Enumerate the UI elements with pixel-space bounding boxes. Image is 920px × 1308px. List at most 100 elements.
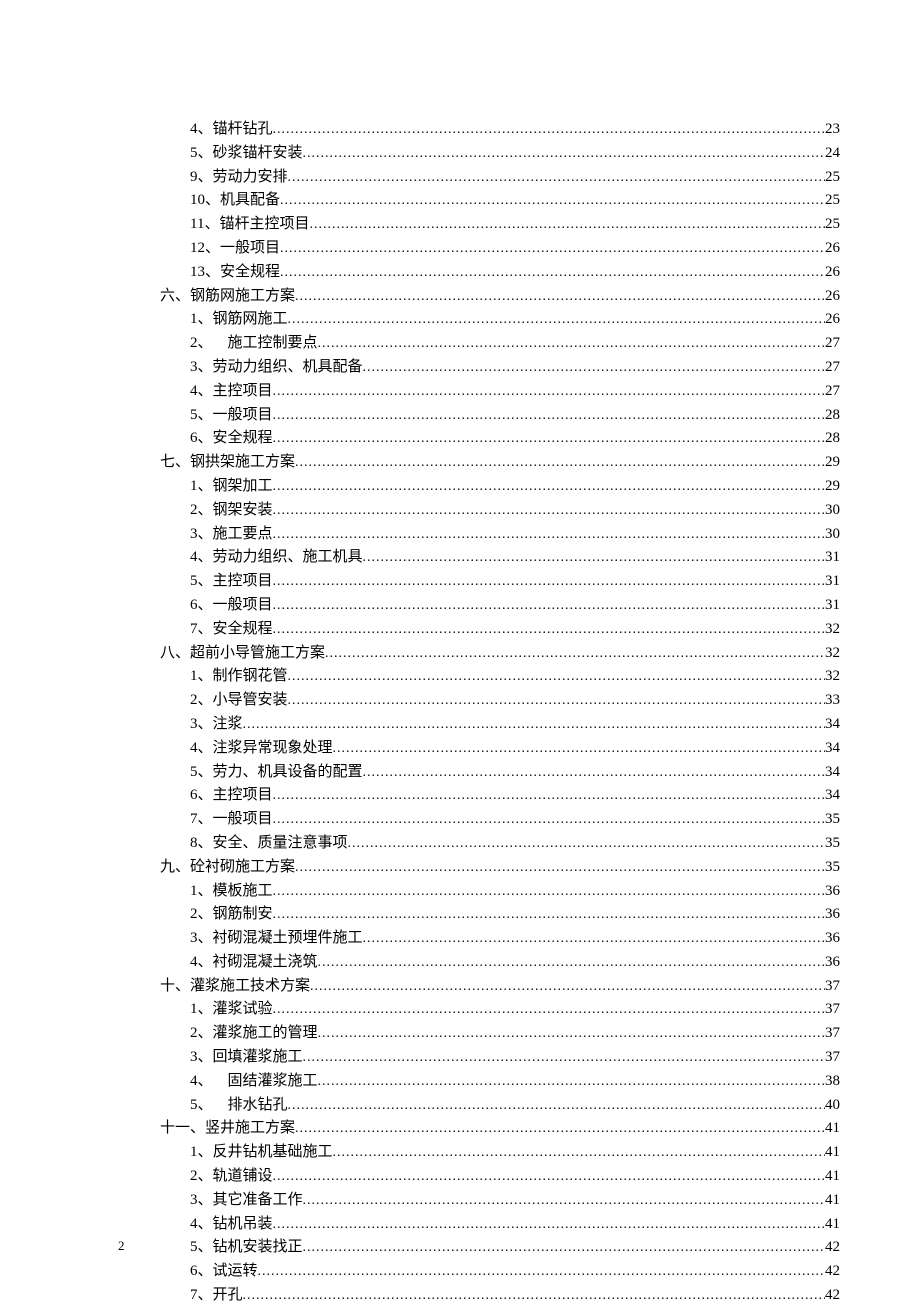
table-of-contents: 4、锚杆钻孔..................................… xyxy=(125,118,840,1308)
toc-entry: 4、钻机吊装..................................… xyxy=(190,1213,840,1237)
toc-entry-label: 主控项目 xyxy=(213,380,273,404)
toc-entry-prefix: 2、 xyxy=(190,689,213,713)
toc-entry-prefix: 1、 xyxy=(190,475,213,499)
toc-entry-page: 25 xyxy=(825,213,840,237)
toc-entry-prefix: 七、 xyxy=(160,451,190,475)
page-number: 2 xyxy=(118,1238,125,1254)
toc-entry: 4、 固结灌浆施工...............................… xyxy=(190,1070,840,1094)
toc-dot-leader: ........................................… xyxy=(273,427,825,451)
toc-entry-prefix: 7、 xyxy=(190,618,213,642)
toc-entry-prefix: 2、 xyxy=(190,1022,213,1046)
toc-entry: 3、回填灌浆施工................................… xyxy=(190,1046,840,1070)
toc-dot-leader: ........................................… xyxy=(288,308,825,332)
toc-entry-page: 42 xyxy=(825,1260,840,1284)
toc-entry-prefix: 4、 xyxy=(190,1070,213,1094)
toc-entry: 4、注浆异常现象处理..............................… xyxy=(190,737,840,761)
toc-entry-prefix: 3、 xyxy=(190,523,213,547)
toc-entry-label: 砼衬砌施工方案 xyxy=(190,856,295,880)
toc-entry-label: 一般项目 xyxy=(213,404,273,428)
toc-entry-label: 劳动力组织、施工机具 xyxy=(213,546,363,570)
toc-entry-label: 一般项目 xyxy=(213,594,273,618)
toc-entry: 2、轨道铺设..................................… xyxy=(190,1165,840,1189)
toc-dot-leader: ........................................… xyxy=(363,761,825,785)
toc-dot-leader: ........................................… xyxy=(303,1236,825,1260)
toc-dot-leader: ........................................… xyxy=(258,1260,825,1284)
toc-entry: 11、锚杆主控项目...............................… xyxy=(190,213,840,237)
toc-entry-prefix: 6、 xyxy=(190,1260,213,1284)
toc-entry: 2、钢架安装..................................… xyxy=(190,499,840,523)
toc-entry-page: 41 xyxy=(825,1165,840,1189)
toc-entry: 六、钢筋网施工方案...............................… xyxy=(160,285,840,309)
toc-entry-page: 27 xyxy=(825,356,840,380)
toc-entry: 2、小导管安装.................................… xyxy=(190,689,840,713)
toc-entry-label: 注浆异常现象处理 xyxy=(213,737,333,761)
toc-entry-label: 钢筋网施工 xyxy=(213,308,288,332)
toc-entry: 13、安全规程.................................… xyxy=(190,261,840,285)
toc-dot-leader: ........................................… xyxy=(318,1022,825,1046)
toc-entry: 7、一般项目..................................… xyxy=(190,808,840,832)
toc-entry-page: 41 xyxy=(825,1189,840,1213)
toc-entry-label: 固结灌浆施工 xyxy=(213,1070,318,1094)
toc-entry-label: 钢筋制安 xyxy=(213,903,273,927)
toc-entry-page: 41 xyxy=(825,1213,840,1237)
toc-dot-leader: ........................................… xyxy=(288,166,825,190)
toc-entry-prefix: 5、 xyxy=(190,761,213,785)
toc-entry-page: 41 xyxy=(825,1117,840,1141)
toc-entry: 1、钢架加工..................................… xyxy=(190,475,840,499)
toc-entry: 十、灌浆施工技术方案..............................… xyxy=(160,975,840,999)
toc-dot-leader: ........................................… xyxy=(318,951,825,975)
toc-entry-page: 27 xyxy=(825,380,840,404)
toc-entry: 4、衬砌混凝土浇筑...............................… xyxy=(190,951,840,975)
toc-entry-label: 钢拱架施工方案 xyxy=(190,451,295,475)
toc-entry-page: 29 xyxy=(825,451,840,475)
toc-entry-label: 一般项目 xyxy=(220,237,280,261)
toc-entry-prefix: 13、 xyxy=(190,261,220,285)
toc-entry: 2、 施工控制要点...............................… xyxy=(190,332,840,356)
toc-dot-leader: ........................................… xyxy=(273,499,825,523)
toc-entry-page: 26 xyxy=(825,308,840,332)
toc-dot-leader: ........................................… xyxy=(273,380,825,404)
toc-entry: 6、安全规程..................................… xyxy=(190,427,840,451)
toc-entry-label: 轨道铺设 xyxy=(213,1165,273,1189)
toc-entry-label: 安全规程 xyxy=(220,261,280,285)
toc-entry-prefix: 6、 xyxy=(190,594,213,618)
toc-entry: 5、砂浆锚杆安装................................… xyxy=(190,142,840,166)
toc-dot-leader: ........................................… xyxy=(318,332,825,356)
toc-entry-page: 34 xyxy=(825,737,840,761)
toc-entry-prefix: 2、 xyxy=(190,903,213,927)
toc-entry-page: 37 xyxy=(825,1046,840,1070)
toc-dot-leader: ........................................… xyxy=(309,213,825,237)
toc-entry: 1、制作钢花管.................................… xyxy=(190,665,840,689)
toc-entry: 8、安全、质量注意事项.............................… xyxy=(190,832,840,856)
toc-entry-prefix: 2、 xyxy=(190,499,213,523)
toc-entry-prefix: 5、 xyxy=(190,142,213,166)
toc-entry: 十一、竖井施工方案...............................… xyxy=(160,1117,840,1141)
toc-entry: 1、钢筋网施工.................................… xyxy=(190,308,840,332)
toc-entry: 1、灌浆试验..................................… xyxy=(190,998,840,1022)
toc-dot-leader: ........................................… xyxy=(243,713,825,737)
toc-dot-leader: ........................................… xyxy=(318,1070,825,1094)
toc-entry: 7、开孔....................................… xyxy=(190,1284,840,1308)
toc-entry-label: 安全规程 xyxy=(213,618,273,642)
toc-entry: 2、钢筋制安..................................… xyxy=(190,903,840,927)
toc-entry: 3、其它准备工作................................… xyxy=(190,1189,840,1213)
toc-dot-leader: ........................................… xyxy=(310,975,825,999)
toc-entry-page: 32 xyxy=(825,618,840,642)
toc-entry: 4、主控项目..................................… xyxy=(190,380,840,404)
toc-entry-prefix: 1、 xyxy=(190,665,213,689)
toc-dot-leader: ........................................… xyxy=(273,880,825,904)
toc-entry-page: 25 xyxy=(825,189,840,213)
toc-entry-prefix: 11、 xyxy=(190,213,219,237)
toc-entry-label: 砂浆锚杆安装 xyxy=(213,142,303,166)
toc-dot-leader: ........................................… xyxy=(273,475,825,499)
toc-entry-label: 竖井施工方案 xyxy=(205,1117,295,1141)
toc-entry-prefix: 2、 xyxy=(190,332,213,356)
toc-entry-prefix: 9、 xyxy=(190,166,213,190)
toc-entry-page: 40 xyxy=(825,1094,840,1118)
toc-dot-leader: ........................................… xyxy=(295,285,825,309)
toc-dot-leader: ........................................… xyxy=(273,594,825,618)
toc-dot-leader: ........................................… xyxy=(363,927,825,951)
toc-dot-leader: ........................................… xyxy=(273,998,825,1022)
toc-dot-leader: ........................................… xyxy=(243,1284,825,1308)
toc-entry-label: 劳动力安排 xyxy=(213,166,288,190)
